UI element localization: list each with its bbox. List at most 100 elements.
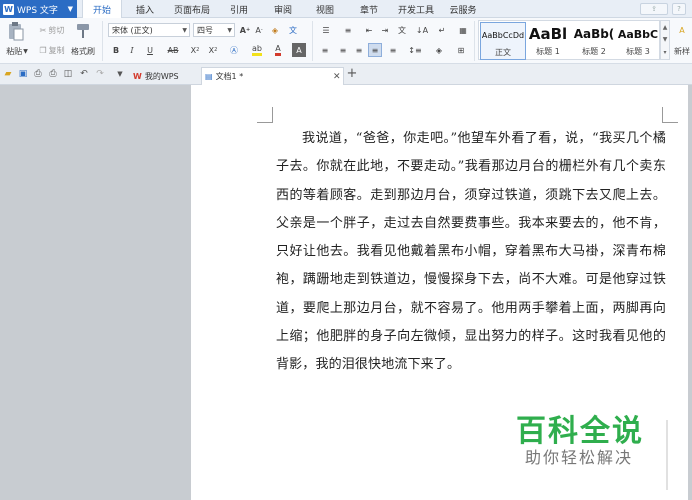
menu-bar: W WPS 文字 ▼ 开始 插入 页面布局 引用 审阅 视图 章节 开发工具 云… (0, 0, 692, 19)
style-label: 正文 (495, 48, 511, 57)
font-size-select[interactable]: 四号 ▼ (193, 23, 235, 37)
tab-document-1[interactable]: ▤ 文档1 * ✕ (201, 67, 344, 85)
watermark-subtitle: 助你轻松解决 (525, 448, 634, 467)
borders-icon[interactable]: ⊞ (452, 43, 470, 57)
char-shading-icon[interactable]: A (292, 43, 306, 57)
shrink-font-button[interactable]: A- (252, 23, 266, 37)
sort-icon[interactable]: ↓A (414, 23, 430, 37)
style-preview: AaBbCcDd (481, 30, 525, 40)
ribbon-home: 粘贴 ▼ ✂ 剪切 ❐ 复制 格式刷 宋体 (正文) ▼ 四号 ▼ A + A- ◈ 文 B… (0, 18, 692, 64)
clear-format-icon[interactable]: ◈ (268, 23, 282, 37)
tab-page-layout[interactable]: 页面布局 (170, 0, 214, 18)
close-icon[interactable]: ✕ (333, 72, 341, 82)
paste-label: 粘贴 (6, 46, 23, 56)
document-icon: ▤ (205, 72, 213, 81)
print-preview-icon[interactable]: ◫ (62, 68, 74, 80)
chevron-down-icon: ▼ (67, 5, 73, 13)
scrollbar[interactable] (666, 420, 668, 490)
wps-logo-icon: W (3, 3, 14, 15)
style-heading-2[interactable]: AaBb( 标题 2 (571, 22, 617, 60)
copy-label: 复制 (48, 45, 65, 55)
tab-view[interactable]: 视图 (308, 0, 342, 18)
open-folder-icon[interactable]: ▰ (2, 68, 14, 80)
copy-icon: ❐ (39, 45, 47, 55)
right-margin-area (688, 85, 692, 500)
new-tab-button[interactable]: + (346, 66, 358, 81)
bold-button[interactable]: B (110, 43, 122, 57)
bullets-icon[interactable]: ☰ (316, 23, 336, 37)
undo-icon[interactable]: ↶ (78, 68, 90, 80)
tab-insert[interactable]: 插入 (128, 0, 162, 18)
style-label: 标题 2 (582, 47, 606, 56)
tab-references[interactable]: 引用 (222, 0, 256, 18)
styles-gallery: AaBbCcDd 正文 AaBl 标题 1 AaBb( 标题 2 AaBbC 标… (478, 20, 660, 60)
left-margin-area (0, 85, 191, 500)
quick-access-dropdown-icon[interactable]: ▼ (114, 68, 126, 80)
style-label: 标题 3 (626, 47, 650, 56)
new-style-button[interactable]: 新样 (672, 45, 692, 57)
tab-label: 文档1 * (215, 72, 244, 81)
title-controls: ⇪ ? (640, 3, 686, 15)
app-menu-button[interactable]: W WPS 文字 ▼ (0, 0, 77, 18)
style-preview: AaBbC (617, 27, 659, 41)
paste-icon[interactable] (6, 21, 26, 41)
divider (312, 21, 313, 61)
superscript-button[interactable]: X2 (188, 43, 202, 57)
wps-logo-icon: W (133, 71, 142, 81)
phonetic-guide-icon[interactable]: 文 (285, 23, 301, 37)
format-painter-icon[interactable] (72, 21, 94, 41)
font-size-value: 四号 (197, 25, 213, 35)
font-name-select[interactable]: 宋体 (正文) ▼ (108, 23, 190, 37)
format-painter-button[interactable]: 格式刷 (69, 45, 97, 57)
chevron-down-icon: ▼ (182, 26, 187, 34)
export-pdf-icon[interactable]: ⎙ (32, 68, 44, 80)
line-spacing-icon[interactable]: ↕≡ (406, 43, 424, 57)
text-effect-icon[interactable]: Ⓐ (226, 43, 242, 57)
decrease-indent-icon[interactable]: ⇤ (362, 23, 376, 37)
save-icon[interactable]: ▣ (17, 68, 29, 80)
margin-corner-top-left (257, 107, 273, 123)
distribute-icon[interactable]: ≡ (386, 43, 400, 57)
chinese-layout-icon[interactable]: 文 (394, 23, 410, 37)
paste-button[interactable]: 粘贴 ▼ (2, 45, 32, 57)
copy-button[interactable]: ❐ 复制 (35, 44, 69, 56)
align-right-icon[interactable]: ≡ (352, 43, 366, 57)
style-preview: AaBb( (573, 27, 615, 41)
tab-review[interactable]: 审阅 (266, 0, 300, 18)
increase-indent-icon[interactable]: ⇥ (378, 23, 392, 37)
numbering-icon[interactable]: ≡ (338, 23, 358, 37)
tab-home[interactable]: 开始 (82, 0, 122, 19)
app-name: WPS 文字 (17, 5, 58, 16)
underline-button[interactable]: U (142, 43, 158, 57)
tab-chapter[interactable]: 章节 (352, 0, 386, 18)
shading-icon[interactable]: ◈ (430, 43, 448, 57)
divider (102, 21, 103, 61)
document-paragraph[interactable]: 我说道，“爸爸，你走吧。”他望车外看了看，说，“我买几个橘子去。你就在此地，不要… (276, 125, 666, 380)
table-icon[interactable]: ▦ (456, 23, 470, 37)
scissors-icon: ✂ (39, 25, 47, 35)
style-heading-3[interactable]: AaBbC 标题 3 (615, 22, 661, 60)
strikethrough-button[interactable]: AB (163, 43, 183, 57)
redo-icon[interactable]: ↷ (94, 68, 106, 80)
tab-cloud-service[interactable]: 云服务 (446, 0, 480, 18)
new-style-icon[interactable]: A (672, 21, 692, 39)
help-button[interactable]: ? (672, 3, 686, 15)
font-color-icon[interactable]: A (270, 43, 286, 57)
tab-developer[interactable]: 开发工具 (394, 0, 438, 18)
subscript-button[interactable]: X2 (206, 43, 220, 57)
cut-button[interactable]: ✂ 剪切 (35, 24, 69, 36)
tab-my-wps[interactable]: W 我的WPS (130, 67, 200, 85)
font-name-value: 宋体 (正文) (112, 25, 153, 35)
italic-button[interactable]: I (126, 43, 138, 57)
highlight-icon[interactable]: ab (248, 43, 266, 57)
grow-font-button[interactable]: A + (238, 23, 252, 37)
show-marks-icon[interactable]: ↵ (434, 23, 450, 37)
align-center-icon[interactable]: ≡ (336, 43, 350, 57)
style-normal[interactable]: AaBbCcDd 正文 (480, 22, 526, 60)
styles-scroll[interactable]: ▲ ▼ ▾ (660, 20, 670, 60)
upload-button[interactable]: ⇪ (640, 3, 668, 15)
print-icon[interactable]: ⎙ (47, 68, 59, 80)
align-left-icon[interactable]: ≡ (318, 43, 332, 57)
style-heading-1[interactable]: AaBl 标题 1 (525, 22, 571, 60)
justify-icon[interactable]: ≡ (368, 43, 382, 57)
